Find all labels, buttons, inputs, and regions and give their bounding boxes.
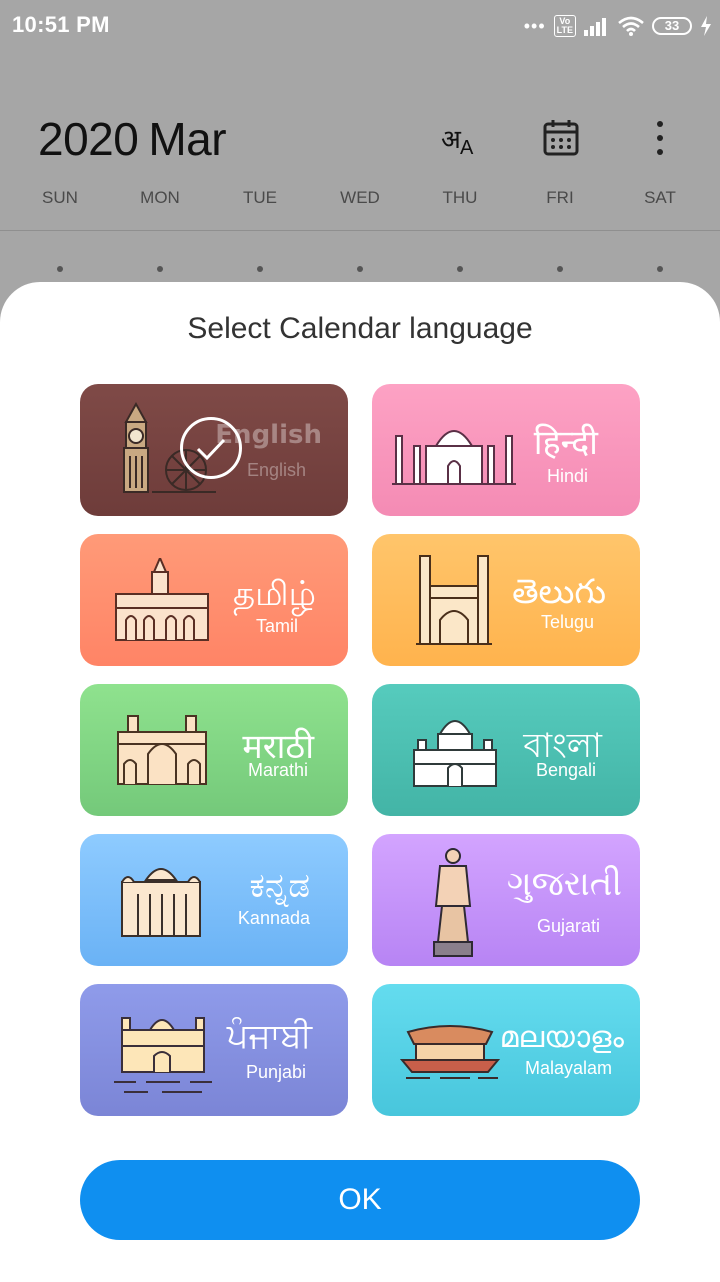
svg-text:अ: अ — [441, 125, 462, 155]
language-script: ಕನ್ನಡ — [249, 866, 310, 906]
signal-icon — [584, 18, 606, 36]
language-name: Tamil — [255, 616, 298, 636]
weekday-label: TUE — [243, 188, 277, 207]
charminar-icon — [416, 555, 492, 645]
status-time: 10:51 PM — [12, 12, 110, 37]
month-year-title[interactable]: 2020 Mar — [38, 112, 227, 166]
language-card-gujarati[interactable]: ગુજરાતી Gujarati — [372, 834, 640, 966]
day-dot — [57, 266, 63, 272]
language-name: English — [246, 460, 306, 480]
day-dot — [257, 266, 263, 272]
language-icon[interactable]: अ A — [438, 116, 482, 160]
language-card-marathi[interactable]: मराठी Marathi — [80, 684, 348, 816]
calendar-icon[interactable] — [540, 116, 584, 160]
victoria-memorial-icon — [413, 720, 497, 787]
weekday-label: MON — [140, 188, 180, 207]
language-name: Marathi — [247, 760, 308, 780]
svg-text:A: A — [460, 137, 474, 159]
header-divider — [0, 230, 720, 231]
language-script: ગુજરાતી — [506, 864, 622, 904]
more-vert-icon[interactable] — [638, 116, 682, 160]
language-card-telugu[interactable]: తెలుగు Telugu — [372, 534, 640, 666]
language-bottom-sheet: Select Calendar language English English — [0, 282, 720, 1282]
weekday-label: THU — [442, 188, 478, 207]
language-name: Punjabi — [245, 1062, 306, 1082]
golden-temple-icon — [114, 1017, 212, 1093]
weekday-label: SUN — [42, 188, 78, 207]
language-name: Bengali — [535, 760, 596, 780]
month-label: Mar — [148, 113, 227, 165]
language-name: Malayalam — [524, 1058, 612, 1078]
language-script: English — [215, 420, 322, 450]
language-name: Hindi — [546, 466, 588, 486]
day-dot — [657, 266, 663, 272]
sheet-title: Select Calendar language — [187, 312, 533, 345]
chennai-building-icon — [115, 558, 209, 641]
language-script: മലയാളം — [499, 1020, 624, 1055]
gateway-of-india-icon — [117, 715, 207, 785]
language-card-malayalam[interactable]: മലയാളം Malayalam — [372, 984, 640, 1116]
language-name: Kannada — [237, 908, 310, 928]
weekday-label: SAT — [644, 188, 676, 207]
notification-dots-icon: ••• — [523, 16, 546, 36]
language-script: தமிழ் — [233, 574, 316, 614]
status-bar: 10:51 PM ••• Vo LTE 33 — [0, 0, 720, 52]
language-name: Telugu — [540, 612, 594, 632]
weekday-label: WED — [340, 188, 380, 207]
year-label: 2020 — [38, 113, 139, 165]
day-dot — [357, 266, 363, 272]
weekday-label: FRI — [546, 188, 574, 207]
day-dot — [557, 266, 563, 272]
battery-level: 33 — [664, 18, 680, 33]
language-card-punjabi[interactable]: ਪੰਜਾਬੀ Punjabi — [80, 984, 348, 1116]
language-card-hindi[interactable]: हिन्दी Hindi — [372, 384, 640, 516]
battery-icon: 33 — [652, 17, 692, 35]
language-card-kannada[interactable]: ಕನ್ನಡ Kannada — [80, 834, 348, 966]
ok-button[interactable]: OK — [80, 1160, 640, 1240]
language-script: हिन्दी — [533, 423, 598, 463]
volte-icon: Vo LTE — [553, 15, 576, 37]
language-script: ਪੰਜਾਬੀ — [226, 1016, 312, 1056]
day-dot — [457, 266, 463, 272]
wifi-icon — [618, 16, 644, 36]
charging-icon — [701, 16, 711, 36]
houseboat-icon — [400, 1025, 500, 1079]
vidhana-soudha-icon — [121, 868, 201, 937]
statue-of-unity-icon — [433, 848, 473, 957]
day-dot — [157, 266, 163, 272]
language-name: Gujarati — [536, 916, 600, 936]
status-icons: ••• Vo LTE 33 — [524, 12, 712, 40]
language-card-tamil[interactable]: தமிழ் Tamil — [80, 534, 348, 666]
language-card-english[interactable]: English English — [80, 384, 348, 516]
taj-mahal-icon — [392, 430, 516, 485]
weekday-header: SUN MON TUE WED THU FRI SAT — [0, 188, 720, 216]
language-card-bengali[interactable]: বাংলা Bengali — [372, 684, 640, 816]
